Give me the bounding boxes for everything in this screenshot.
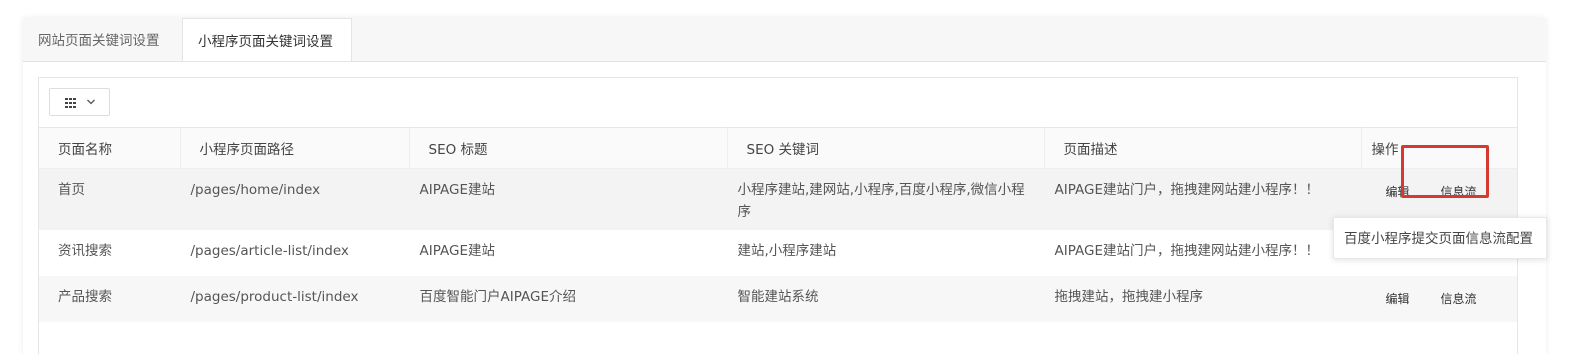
tab-content: 页面名称 小程序页面路径 SEO 标题 SEO 关键词 页面描述 操作 首页 /… — [23, 61, 1546, 354]
table-row: 产品搜索 /pages/product-list/index 百度智能门户AIP… — [39, 276, 1517, 322]
tab-bar: 网站页面关键词设置 小程序页面关键词设置 — [23, 18, 1546, 62]
cell-page-path: /pages/home/index — [180, 168, 409, 230]
cell-seo-title: AIPAGE建站 — [409, 230, 727, 276]
cell-page-name: 首页 — [39, 168, 180, 230]
cell-description: 拖拽建站，拖拽建小程序 — [1044, 276, 1361, 322]
cell-seo-title: 百度智能门户AIPAGE介绍 — [409, 276, 727, 322]
cell-page-name: 产品搜索 — [39, 276, 180, 322]
column-filter-button[interactable] — [49, 88, 110, 116]
table-row: 资讯搜索 /pages/article-list/index AIPAGE建站 … — [39, 230, 1517, 276]
cell-actions: 编辑 信息流 — [1361, 276, 1517, 322]
info-flow-link[interactable]: 信息流 — [1441, 288, 1477, 310]
chevron-down-icon — [87, 99, 95, 105]
table-card: 页面名称 小程序页面路径 SEO 标题 SEO 关键词 页面描述 操作 首页 /… — [38, 77, 1518, 354]
highlight-box — [1401, 145, 1489, 198]
header-seo-keywords: SEO 关键词 — [727, 127, 1045, 169]
seo-settings-panel: 网站页面关键词设置 小程序页面关键词设置 页面名称 小程序页面路径 SEO 标题… — [23, 18, 1546, 354]
tab-miniprogram-keywords[interactable]: 小程序页面关键词设置 — [182, 18, 352, 62]
table-header-row: 页面名称 小程序页面路径 SEO 标题 SEO 关键词 页面描述 操作 — [39, 127, 1517, 169]
cell-page-path: /pages/article-list/index — [180, 230, 409, 276]
keywords-table: 页面名称 小程序页面路径 SEO 标题 SEO 关键词 页面描述 操作 首页 /… — [39, 127, 1517, 322]
grid-icon — [65, 98, 76, 108]
cell-seo-title: AIPAGE建站 — [409, 168, 727, 230]
cell-seo-keywords: 小程序建站,建网站,小程序,百度小程序,微信小程序 — [727, 168, 1044, 230]
cell-seo-keywords: 智能建站系统 — [727, 276, 1044, 322]
header-description: 页面描述 — [1044, 127, 1362, 169]
header-seo-title: SEO 标题 — [409, 127, 728, 169]
cell-page-name: 资讯搜索 — [39, 230, 180, 276]
table-row: 首页 /pages/home/index AIPAGE建站 小程序建站,建网站,… — [39, 168, 1517, 230]
cell-page-path: /pages/product-list/index — [180, 276, 409, 322]
cell-seo-keywords: 建站,小程序建站 — [727, 230, 1044, 276]
header-page-path: 小程序页面路径 — [180, 127, 410, 169]
tab-website-keywords[interactable]: 网站页面关键词设置 — [23, 18, 182, 61]
header-page-name: 页面名称 — [39, 127, 181, 169]
edit-link[interactable]: 编辑 — [1386, 288, 1410, 310]
cell-description: AIPAGE建站门户，拖拽建网站建小程序！！ — [1044, 230, 1361, 276]
cell-description: AIPAGE建站门户，拖拽建网站建小程序！！ — [1044, 168, 1361, 230]
info-flow-tooltip: 百度小程序提交页面信息流配置 — [1333, 217, 1547, 259]
